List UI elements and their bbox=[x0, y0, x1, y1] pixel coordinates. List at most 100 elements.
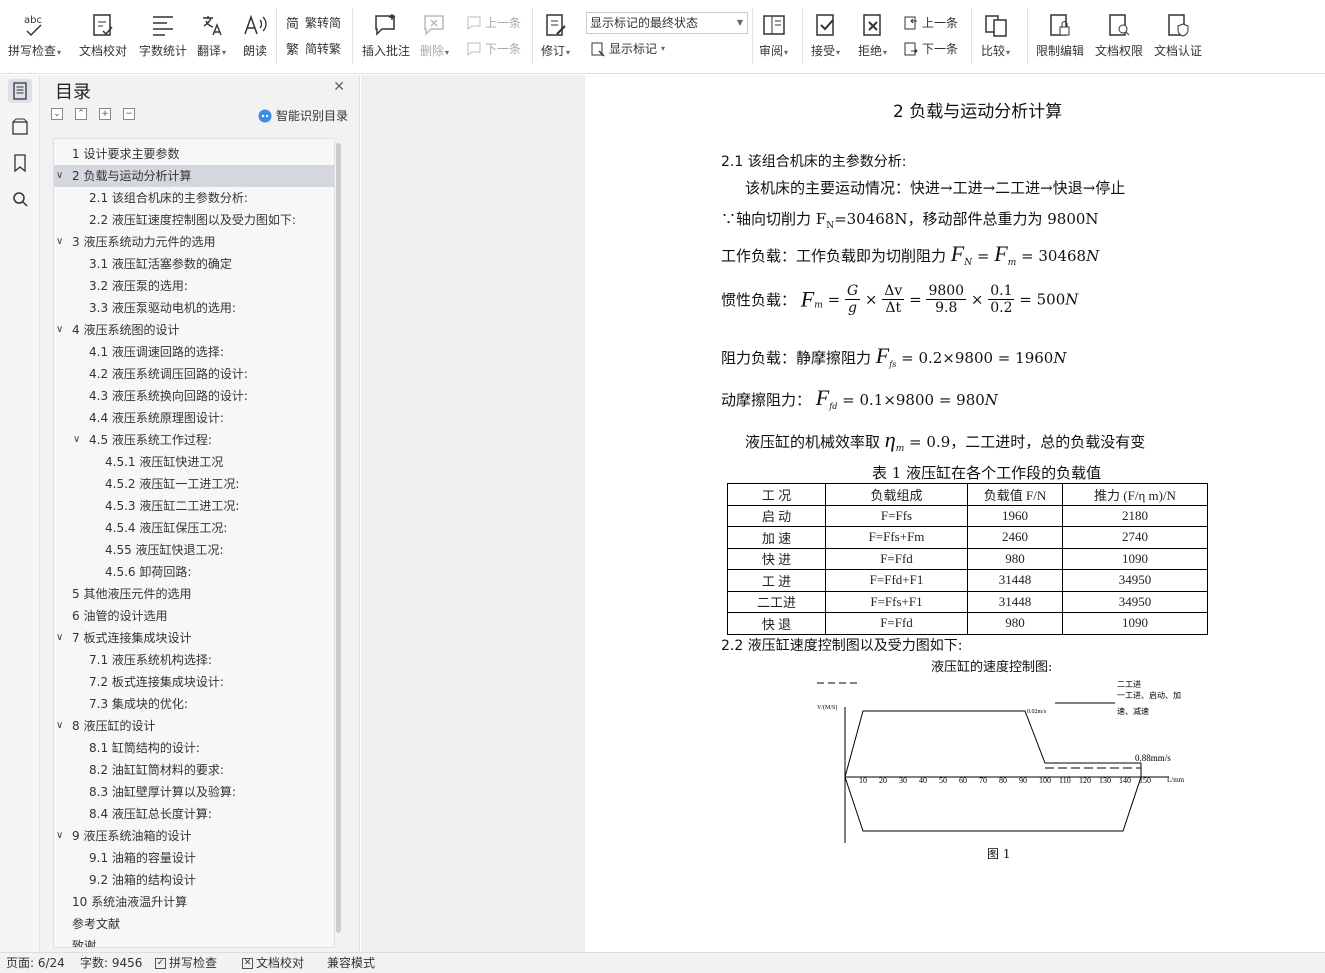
table-row: 启 动 F=Ffs 1960 2180 bbox=[727, 504, 1208, 527]
toc-item[interactable]: 4.5.1 液压缸快进工况 bbox=[54, 451, 334, 473]
x-tick-label: 40 bbox=[919, 776, 927, 785]
toc-item[interactable]: 4.5.3 液压缸二工进工况: bbox=[54, 495, 334, 517]
toc-item[interactable]: 2.1 该组合机床的主参数分析: bbox=[54, 187, 334, 209]
toc-item[interactable]: 4.55 液压缸快退工况: bbox=[54, 539, 334, 561]
toc-item[interactable]: 9.1 油箱的容量设计 bbox=[54, 847, 334, 869]
toc-item[interactable]: ∨ 7 板式连接集成块设计 bbox=[54, 627, 334, 649]
table-cell: F=Ffd bbox=[825, 612, 968, 635]
add-heading-icon[interactable]: + bbox=[99, 108, 111, 120]
toc-item-label: 7.1 液压系统机构选择: bbox=[89, 653, 212, 667]
simp-to-trad-button[interactable]: 繁 简转繁 bbox=[286, 40, 341, 57]
toc-item[interactable]: 8.2 油缸缸筒材料的要求: bbox=[54, 759, 334, 781]
toc-item[interactable]: ∨ 9 液压系统油箱的设计 bbox=[54, 825, 334, 847]
toc-item[interactable]: 6 油管的设计选用 bbox=[54, 605, 334, 627]
compare-icon bbox=[984, 15, 1007, 37]
show-markup-button[interactable]: 显示标记 ▾ bbox=[590, 40, 665, 57]
status-proofread[interactable]: ✕ 文档校对 bbox=[242, 953, 304, 973]
toc-item[interactable]: 7.1 液压系统机构选择: bbox=[54, 649, 334, 671]
next-change-button[interactable]: 下一条 bbox=[903, 40, 958, 57]
expand-up-icon[interactable]: ⌃ bbox=[75, 108, 87, 120]
reject-button[interactable]: 拒绝▾ bbox=[858, 12, 887, 59]
toc-item[interactable]: ∨ 2 负载与运动分析计算 bbox=[54, 165, 334, 187]
track-changes-button[interactable]: 修订▾ bbox=[541, 12, 570, 59]
translate-button[interactable]: 翻译▾ bbox=[197, 12, 226, 59]
toc-item[interactable]: 9.2 油箱的结构设计 bbox=[54, 869, 334, 891]
toc-item[interactable]: 8.1 缸筒结构的设计: bbox=[54, 737, 334, 759]
markup-state-dropdown[interactable]: 显示标记的最终状态 ▼ bbox=[586, 12, 748, 34]
toc-scrollbar[interactable] bbox=[336, 143, 341, 933]
chevron-down-icon[interactable]: ∨ bbox=[56, 165, 63, 187]
table-cell: F=Ffd+F1 bbox=[825, 569, 968, 592]
toc-item-label: 7.2 板式连接集成块设计: bbox=[89, 675, 224, 689]
toc-item[interactable]: 参考文献 bbox=[54, 913, 334, 935]
toc-item[interactable]: 5 其他液压元件的选用 bbox=[54, 583, 334, 605]
toc-panel-toggle[interactable] bbox=[8, 79, 32, 103]
collapse-all-icon[interactable]: ⌄ bbox=[51, 108, 63, 120]
doc-proof-button[interactable]: 文档校对 bbox=[79, 12, 127, 59]
toc-item[interactable]: 2.2 液压缸速度控制图以及受力图如下: bbox=[54, 209, 334, 231]
next-comment-button[interactable]: 下一条 bbox=[466, 40, 521, 57]
toc-item[interactable]: ∨ 4.5 液压系统工作过程: bbox=[54, 429, 334, 451]
toc-item-label: 参考文献 bbox=[72, 917, 121, 931]
spell-check-label: 拼写检查 bbox=[8, 44, 57, 58]
legend-second-feed: 二工进 bbox=[1117, 680, 1141, 689]
chevron-down-icon[interactable]: ∨ bbox=[73, 429, 80, 451]
trad-to-simp-button[interactable]: 简 繁转简 bbox=[286, 14, 341, 31]
toc-item[interactable]: 8.4 液压缸总长度计算: bbox=[54, 803, 334, 825]
chapter-nav-toggle[interactable] bbox=[8, 115, 32, 139]
insert-comment-button[interactable]: 插入批注 bbox=[362, 12, 410, 59]
toc-item[interactable]: 4.3 液压系统换向回路的设计: bbox=[54, 385, 334, 407]
page-indicator[interactable]: 页面: 6/24 bbox=[6, 953, 65, 973]
delete-comment-button[interactable]: 删除▾ bbox=[420, 12, 449, 59]
review-pane-button[interactable]: 审阅▾ bbox=[759, 12, 788, 59]
toc-item[interactable]: ∨ 8 液压缸的设计 bbox=[54, 715, 334, 737]
table-cell: F=Ffs bbox=[825, 504, 968, 527]
toc-item[interactable]: 4.1 液压调速回路的选择: bbox=[54, 341, 334, 363]
chevron-down-icon[interactable]: ∨ bbox=[56, 319, 63, 341]
toc-item[interactable]: 1 设计要求主要参数 bbox=[54, 143, 334, 165]
toc-item[interactable]: 10 系统油液温升计算 bbox=[54, 891, 334, 913]
spell-check-button[interactable]: abc 拼写检查▾ bbox=[8, 12, 61, 59]
toc-item[interactable]: 7.3 集成块的优化: bbox=[54, 693, 334, 715]
prev-change-button[interactable]: 上一条 bbox=[903, 14, 958, 31]
toc-item[interactable]: 3.2 液压泵的选用: bbox=[54, 275, 334, 297]
bookmark-toggle[interactable] bbox=[8, 151, 32, 175]
toc-item[interactable]: 7.2 板式连接集成块设计: bbox=[54, 671, 334, 693]
chevron-down-icon[interactable]: ∨ bbox=[56, 231, 63, 253]
smart-toc-button[interactable]: 智能识别目录 bbox=[258, 107, 348, 124]
compare-button[interactable]: 比较▾ bbox=[981, 12, 1010, 59]
close-icon[interactable]: ✕ bbox=[333, 79, 345, 95]
compat-mode-indicator: 兼容模式 bbox=[327, 956, 376, 970]
toc-item[interactable]: 3.1 液压缸活塞参数的确定 bbox=[54, 253, 334, 275]
prev-comment-button[interactable]: 上一条 bbox=[466, 14, 521, 31]
toc-item[interactable]: 致谢 bbox=[54, 935, 334, 947]
chevron-down-icon[interactable]: ∨ bbox=[56, 825, 63, 847]
toc-item[interactable]: 4.4 液压系统原理图设计: bbox=[54, 407, 334, 429]
speed-control-diagram: 二工进 一工进、启动、加 速、减速 V/(M/S) 0.02m/s 0.88mm… bbox=[817, 680, 1185, 843]
toc-item[interactable]: ∨ 3 液压系统动力元件的选用 bbox=[54, 231, 334, 253]
toc-item[interactable]: 8.3 油缸壁厚计算以及验算: bbox=[54, 781, 334, 803]
chevron-down-icon[interactable]: ∨ bbox=[56, 715, 63, 737]
search-toggle[interactable] bbox=[8, 187, 32, 211]
doc-certify-button[interactable]: 文档认证 bbox=[1154, 12, 1202, 59]
read-aloud-icon bbox=[244, 14, 267, 35]
accept-button[interactable]: 接受▾ bbox=[811, 12, 840, 59]
word-count-button[interactable]: 字数统计 bbox=[139, 12, 187, 59]
toc-item[interactable]: 4.5.6 卸荷回路: bbox=[54, 561, 334, 583]
inertia-load-label: 惯性负载： bbox=[721, 291, 797, 310]
chevron-down-icon[interactable]: ∨ bbox=[56, 627, 63, 649]
toc-item[interactable]: 4.5.2 液压缸一工进工况: bbox=[54, 473, 334, 495]
toc-item[interactable]: 4.2 液压系统调压回路的设计: bbox=[54, 363, 334, 385]
trad-simp-icon: 简 bbox=[286, 16, 299, 31]
toc-item[interactable]: 3.3 液压泵驱动电机的选用: bbox=[54, 297, 334, 319]
toc-item[interactable]: 4.5.4 液压缸保压工况: bbox=[54, 517, 334, 539]
toc-item-label: 4.5 液压系统工作过程: bbox=[89, 433, 212, 447]
status-spell-check[interactable]: ✓ 拼写检查 bbox=[155, 953, 217, 973]
read-aloud-button[interactable]: 朗读 bbox=[242, 12, 268, 59]
remove-heading-icon[interactable]: − bbox=[123, 108, 135, 120]
word-count-indicator[interactable]: 字数: 9456 bbox=[80, 953, 142, 973]
restrict-editing-button[interactable]: 限制编辑 bbox=[1036, 12, 1084, 59]
toc-item[interactable]: ∨ 4 液压系统图的设计 bbox=[54, 319, 334, 341]
prev-change-icon bbox=[904, 16, 917, 29]
doc-permission-button[interactable]: 文档权限 bbox=[1095, 12, 1143, 59]
